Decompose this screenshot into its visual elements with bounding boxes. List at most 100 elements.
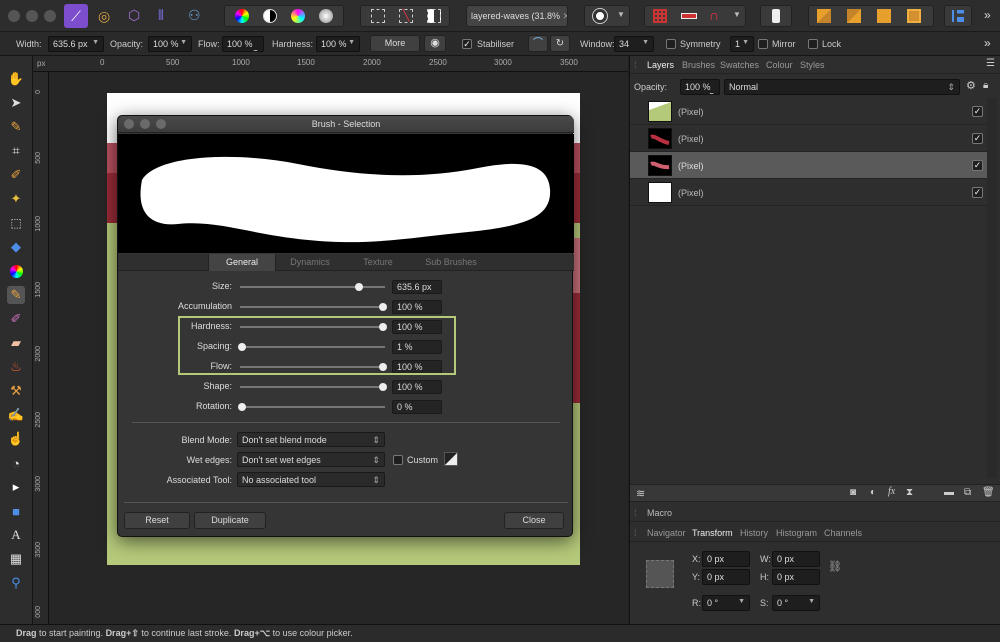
dialog-close-button[interactable]	[124, 119, 134, 129]
window-field[interactable]: 34 ▼	[614, 36, 654, 52]
rotation-field[interactable]: 0 ° ▼	[702, 595, 750, 611]
zoom-tool-icon[interactable]: ⚲	[7, 574, 25, 592]
duplicate-button[interactable]: Duplicate	[194, 512, 266, 529]
close-window-button[interactable]	[8, 10, 20, 22]
window-mode-icon[interactable]: ↻	[550, 35, 570, 52]
paint-brush-tool-icon[interactable]: ✎	[7, 286, 25, 304]
width-field[interactable]: 635.6 px ▼	[48, 36, 104, 52]
crop-tool-icon[interactable]: ⌗	[7, 142, 25, 160]
dialog-zoom-button[interactable]	[156, 119, 166, 129]
setting-slider-track[interactable]	[240, 306, 385, 308]
symmetry-count-field[interactable]: 1 ▼	[730, 36, 754, 52]
layers-stack-icon[interactable]: ≋	[636, 487, 645, 500]
red-eye-tool-icon[interactable]: ◔	[7, 454, 25, 472]
tab-swatches[interactable]: Swatches	[720, 60, 759, 70]
tab-dynamics[interactable]: Dynamics	[276, 254, 344, 271]
setting-slider-track[interactable]	[240, 286, 385, 288]
color-replacement-tool-icon[interactable]: ✐	[7, 310, 25, 328]
setting-slider-track[interactable]	[240, 386, 385, 388]
delete-layer-icon[interactable]: 🗑︎	[982, 487, 995, 498]
view-tool-icon[interactable]: ✋	[7, 70, 25, 88]
setting-value-field[interactable]: 635.6 px	[392, 280, 442, 294]
brush-preset-icon[interactable]: ◉	[424, 35, 446, 52]
levels-icon[interactable]	[235, 9, 249, 23]
setting-slider-track[interactable]	[240, 406, 385, 408]
lock-checkbox[interactable]	[808, 39, 818, 49]
smudge-tool-icon[interactable]: ☝	[7, 430, 25, 448]
move-to-front-icon[interactable]	[907, 9, 921, 23]
black-white-icon[interactable]	[263, 9, 277, 23]
chevron-down-icon[interactable]: ▼	[617, 10, 625, 19]
mesh-warp-tool-icon[interactable]: ▦	[7, 550, 25, 568]
tab-brushes[interactable]: Brushes	[682, 60, 715, 70]
tab-transform[interactable]: Transform	[692, 528, 733, 538]
overflow-chevron-icon[interactable]: »	[984, 8, 991, 22]
select-all-icon[interactable]	[371, 9, 385, 23]
tab-layers[interactable]: Layers	[647, 60, 674, 70]
develop-persona-icon[interactable]: ⬡	[128, 7, 140, 24]
dodge-tool-icon[interactable]: ♨	[7, 358, 25, 376]
symmetry-checkbox[interactable]	[666, 39, 676, 49]
blur-brush-tool-icon[interactable]: ✍	[7, 406, 25, 424]
associated-tool-select[interactable]: No associated tool ⇕	[237, 472, 385, 487]
custom-checkbox[interactable]	[393, 455, 403, 465]
rectangle-tool-icon[interactable]: ■	[7, 502, 25, 520]
layer-visibility-checkbox[interactable]: ✓	[972, 106, 983, 117]
blend-mode-select[interactable]: Don't set blend mode ⇕	[237, 432, 385, 447]
layer-visibility-checkbox[interactable]: ✓	[972, 187, 983, 198]
add-layer-icon[interactable]: ⧉	[964, 487, 971, 498]
link-icon[interactable]: ⛓︎	[828, 560, 842, 573]
tab-histogram[interactable]: Histogram	[776, 528, 817, 538]
setting-slider-knob[interactable]	[379, 303, 387, 311]
layers-scrollbar[interactable]	[987, 98, 997, 478]
panel-menu-icon[interactable]: ☰	[986, 58, 995, 69]
quick-mask-icon[interactable]	[592, 8, 608, 24]
zoom-window-button[interactable]	[44, 10, 56, 22]
document-tab[interactable]: layered-waves (31.8% ✕	[466, 5, 568, 27]
overflow-chevron-icon[interactable]: »	[984, 36, 991, 50]
setting-value-field[interactable]: 0 %	[392, 400, 442, 414]
layer-settings-gear-icon[interactable]: ⚙	[966, 79, 976, 92]
h-field[interactable]: 0 px	[772, 569, 820, 585]
tab-sub-brushes[interactable]: Sub Brushes	[412, 254, 490, 271]
layer-lock-icon[interactable]: 🔒︎	[983, 80, 988, 91]
pen-tool-icon[interactable]: ▸	[7, 478, 25, 496]
group-folder-icon[interactable]: ▬	[944, 487, 954, 498]
stabiliser-checkbox[interactable]: ✓	[462, 39, 472, 49]
move-to-back-icon[interactable]	[817, 9, 831, 23]
align-icon[interactable]	[952, 10, 964, 22]
setting-value-field[interactable]: 100 %	[392, 300, 442, 314]
color-picker-tool-icon[interactable]: ✎	[7, 118, 25, 136]
x-field[interactable]: 0 px	[702, 551, 750, 567]
tab-colour[interactable]: Colour	[766, 60, 793, 70]
move-tool-icon[interactable]: ➤	[7, 94, 25, 112]
flood-select-tool-icon[interactable]: ✦	[7, 190, 25, 208]
reset-button[interactable]: Reset	[124, 512, 190, 529]
flow-field[interactable]: 100 %▼	[222, 36, 264, 52]
tone-map-persona-icon[interactable]: ⫴	[158, 7, 164, 24]
layer-row[interactable]: (Pixel) ✓	[630, 125, 987, 152]
mask-icon[interactable]: ◙	[850, 487, 856, 498]
w-field[interactable]: 0 px	[772, 551, 820, 567]
live-filter-icon[interactable]: ⧗	[906, 487, 913, 498]
guides-icon[interactable]	[681, 13, 697, 19]
fx-icon[interactable]: fx	[888, 486, 895, 497]
layer-visibility-checkbox[interactable]: ✓	[972, 133, 983, 144]
tab-history[interactable]: History	[740, 528, 768, 538]
minimize-window-button[interactable]	[26, 10, 38, 22]
setting-slider-knob[interactable]	[379, 383, 387, 391]
mirror-checkbox[interactable]	[758, 39, 768, 49]
tab-navigator[interactable]: Navigator	[647, 528, 686, 538]
text-tool-icon[interactable]: A	[7, 526, 25, 544]
adjustment-icon[interactable]: ◐	[870, 487, 876, 498]
move-forward-icon[interactable]	[877, 9, 891, 23]
close-button[interactable]: Close	[504, 512, 564, 529]
shear-field[interactable]: 0 ° ▼	[772, 595, 820, 611]
photo-persona-icon[interactable]: ⟋	[64, 4, 88, 28]
setting-value-field[interactable]: 100 %	[392, 380, 442, 394]
marquee-tool-icon[interactable]: ⬚	[7, 214, 25, 232]
deselect-icon[interactable]: ╲	[399, 9, 413, 23]
erase-brush-tool-icon[interactable]: ▰	[7, 334, 25, 352]
layer-visibility-checkbox[interactable]: ✓	[972, 160, 983, 171]
anchor-selector[interactable]	[646, 560, 674, 588]
